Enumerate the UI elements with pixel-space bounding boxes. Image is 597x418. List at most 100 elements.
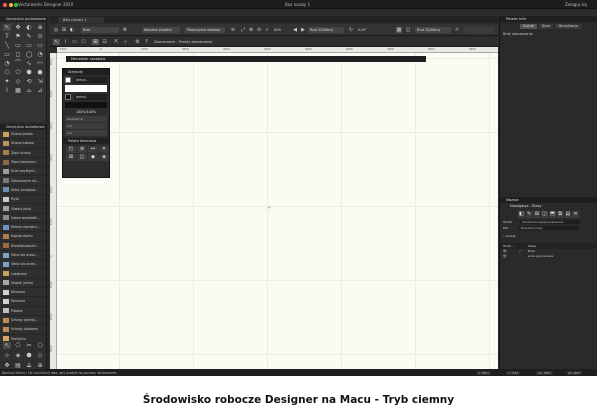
navigation-tool-button[interactable]: ✕ (572, 211, 579, 218)
pen-swatch[interactable] (65, 94, 71, 100)
line-thickness-select[interactable]: Grubość w (65, 116, 107, 122)
toolset-item[interactable]: Ściana prosta (0, 130, 46, 140)
plan-rotation-value[interactable]: 0,00° (356, 27, 382, 33)
toolset-category-button[interactable]: ◈ (14, 352, 22, 359)
layer-select[interactable]: Warstwa projektu (142, 27, 180, 33)
basic-tool-button[interactable]: ◇ (14, 78, 22, 85)
views-icon[interactable]: ⊞ (61, 27, 67, 33)
eye-icon[interactable]: 👁 (500, 254, 512, 259)
pick-up-icon[interactable]: ⇱ (113, 39, 120, 45)
zoom-in-icon[interactable]: ⊕ (248, 27, 254, 33)
basic-tool-button[interactable]: T (3, 33, 11, 40)
toolset-category-button[interactable]: ◇ (36, 352, 44, 359)
toolset-item[interactable]: Płyta (0, 195, 46, 205)
basic-tool-button[interactable]: ◔ (3, 60, 11, 67)
basic-tool-button[interactable]: ⊙ (36, 33, 44, 40)
basic-tool-button[interactable]: ◯ (25, 51, 33, 58)
basic-tool-button[interactable]: ⇲ (36, 78, 44, 85)
toolset-item[interactable]: Ściana łukowa (0, 139, 46, 149)
navigation-tool-button[interactable]: ⊞ (533, 211, 541, 218)
minimize-window-button[interactable] (8, 2, 13, 7)
basic-tool-button[interactable]: ⊕ (36, 24, 44, 31)
zoom-icon[interactable]: ⌕ (264, 27, 270, 33)
rect-select-icon[interactable]: ▭ (71, 39, 78, 45)
search-input[interactable]: Szukaj (506, 234, 516, 238)
zoom-value[interactable]: 62% (272, 27, 290, 33)
toolset-item[interactable]: Kolumna (0, 297, 46, 307)
class-options-icon[interactable]: ⚙ (122, 27, 128, 33)
basic-tool-button[interactable]: ▭ (25, 42, 33, 49)
left-ruler[interactable]: 6000 5000 4000 3000 2000 1000 0 -1000 -2000 -3000 (50, 53, 57, 369)
navigation-tool-button[interactable]: ▤ (564, 211, 572, 218)
basic-tool-button[interactable]: ◐ (25, 24, 33, 31)
toolset-category-button[interactable]: ⊹ (3, 352, 11, 359)
snap-option-button[interactable]: ⊕ (77, 146, 87, 153)
basic-tool-button[interactable]: ⬣ (36, 69, 44, 76)
lasso-mode-icon[interactable]: ⌇ (62, 39, 69, 45)
zoom-out-icon[interactable]: ⊖ (256, 27, 262, 33)
sign-in-link[interactable]: Zaloguj się (565, 2, 587, 7)
navigation-tool-button[interactable]: ◫ (541, 211, 548, 218)
nav-left-icon[interactable]: ◀ (292, 27, 298, 33)
basic-tool-button[interactable]: ⟲ (25, 78, 33, 85)
toolset-category-button[interactable]: ↖ (3, 342, 11, 349)
fill-swatch[interactable] (65, 77, 71, 83)
toolset-item[interactable]: Słupek (okno) (0, 279, 46, 289)
y-coordinate[interactable]: Y: 1653 (506, 370, 521, 375)
basic-tool-button[interactable]: ▭ (36, 42, 44, 49)
fill-color-preview[interactable] (65, 85, 107, 92)
resource-manager-bar[interactable]: Menedżer zasobów (66, 56, 426, 62)
navigation-title[interactable]: Nawigacja - Klasy (500, 203, 597, 210)
x-coordinate[interactable]: X: 5803 (476, 370, 491, 375)
basic-tool-button[interactable]: ⬠ (14, 69, 22, 76)
toolset-category-button[interactable]: ⬡ (36, 342, 44, 349)
fit-icon[interactable]: ⤢ (240, 27, 246, 33)
snap-option-button[interactable]: ◫ (77, 154, 87, 161)
toolset-category-button[interactable]: ⬢ (25, 352, 33, 359)
toolset-item[interactable]: Skłon przegrod... (0, 186, 46, 196)
navigation-tool-button[interactable]: ⬒ (549, 211, 556, 218)
toolset-item[interactable]: Lokalizery (0, 269, 46, 279)
toolset-item[interactable]: Złącz ściany (0, 149, 46, 158)
basic-tool-button[interactable]: ✎ (25, 33, 33, 40)
dy-coordinate[interactable]: ΔY: 1653 (566, 370, 583, 375)
snap-option-button[interactable]: ⊞ (66, 154, 76, 161)
navigation-tool-button[interactable]: ◧ (518, 211, 525, 218)
toolset-item[interactable]: Złącz kompone... (0, 158, 46, 168)
view-plane-select[interactable]: Płaszczyzna warstwy (185, 27, 225, 33)
basic-tool-button[interactable]: ╲ (3, 42, 11, 49)
snapping-select[interactable] (464, 27, 494, 33)
class-row[interactable]: 👁 Linie wymiarowe (500, 254, 597, 259)
standard-view-select[interactable]: Rzut 2D/Górny (308, 27, 344, 33)
transform-mode-icon[interactable]: ⊡ (101, 39, 108, 45)
toolset-category-button[interactable]: ✂ (25, 342, 33, 349)
basic-tool-button[interactable]: ↖ (3, 24, 11, 31)
toolset-item[interactable]: Kopuła dachu (0, 232, 46, 242)
layer-options-icon[interactable]: ≡ (230, 27, 236, 33)
poly-select-icon[interactable]: ⬠ (80, 39, 87, 45)
basic-tool-button[interactable]: ⌒ (14, 60, 22, 67)
toolset-category-button[interactable]: ▤ (14, 362, 22, 369)
view-mode-icon[interactable]: ▦ (396, 27, 402, 33)
basic-tool-button[interactable]: ⊿ (36, 87, 44, 94)
basic-tool-button[interactable]: ▭ (14, 42, 22, 49)
toolset-item[interactable]: Pilaster (0, 307, 46, 316)
drawing-area[interactable]: Menedżer zasobów + (57, 53, 498, 369)
line-value-select[interactable]: 0,0 (65, 130, 107, 136)
snap-option-button[interactable]: ◰ (66, 146, 76, 153)
tab-shape[interactable]: Kształt (520, 24, 537, 29)
toolset-item[interactable]: Schody (złożone) (0, 325, 46, 335)
toolset-category-button[interactable]: ✥ (3, 362, 11, 369)
toolset-item[interactable]: Ustaw wysokość... (0, 214, 46, 223)
filter-select[interactable]: Wszystkie klasy (518, 225, 579, 231)
tab-render[interactable]: Wizualizacja (555, 24, 581, 29)
toolset-item[interactable]: Zakończenie ści... (0, 176, 46, 186)
toolset-category-button[interactable]: ⟁ (25, 362, 33, 369)
toolset-item[interactable]: Schody (pełna)... (0, 316, 46, 326)
toolset-item[interactable]: Kolumna (0, 288, 46, 298)
dx-coordinate[interactable]: ΔX: 5803 (536, 370, 553, 375)
navigation-tool-button[interactable]: ⧉ (556, 211, 564, 218)
toolset-item[interactable]: Otwórz płyty (0, 204, 46, 214)
tool-preferences-icon[interactable]: ⚙ (134, 39, 141, 45)
toolset-item[interactable]: Okno lub drzwi... (0, 251, 46, 261)
